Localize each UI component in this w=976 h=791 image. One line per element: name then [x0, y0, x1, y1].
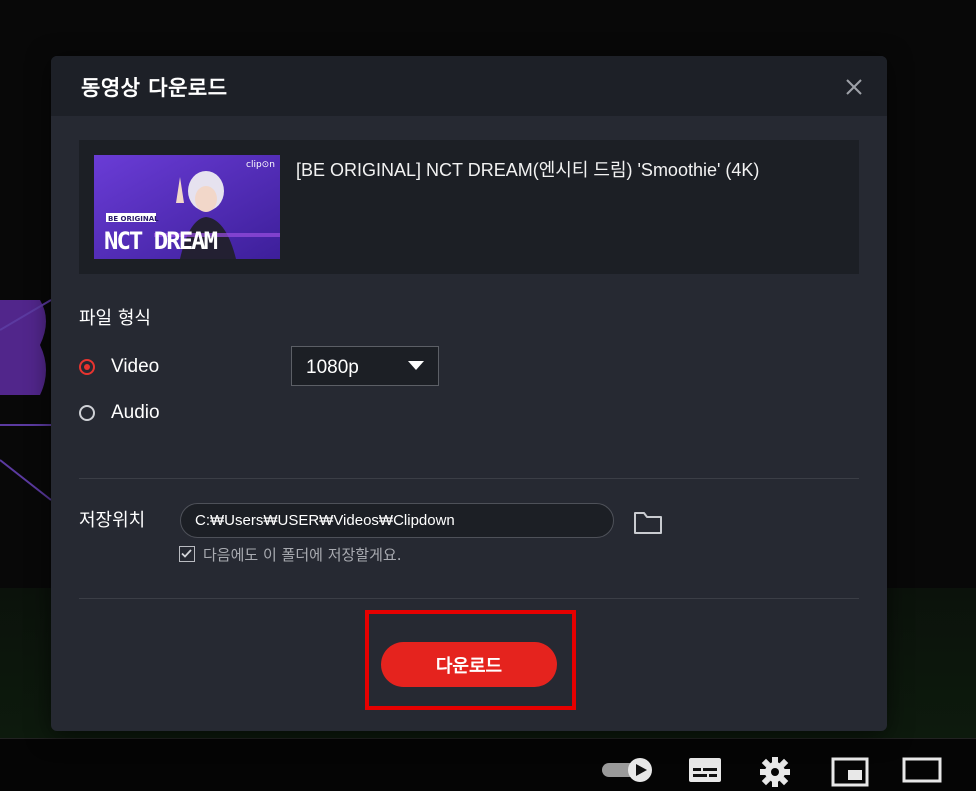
video-title: [BE ORIGINAL] NCT DREAM(엔시티 드림) 'Smoothi… — [296, 160, 760, 180]
video-download-dialog: 동영상 다운로드 clip⊙n BE ORIGINAL NCT DREAM [B… — [51, 56, 887, 731]
save-path-input[interactable] — [180, 503, 614, 538]
miniplayer-icon[interactable] — [831, 757, 869, 787]
autoplay-toggle-icon[interactable] — [602, 757, 656, 783]
video-thumbnail: clip⊙n BE ORIGINAL NCT DREAM — [94, 155, 280, 259]
section-divider-bottom — [79, 598, 859, 599]
thumbnail-big-text: NCT DREAM — [104, 227, 218, 255]
close-icon[interactable] — [843, 76, 865, 98]
player-control-bar — [0, 738, 976, 791]
radio-audio[interactable] — [79, 405, 95, 421]
checkmark-icon — [181, 549, 192, 558]
remember-folder-option[interactable]: 다음에도 이 폴더에 저장할게요. — [179, 543, 401, 565]
thumbnail-brand-text: clip⊙n — [246, 160, 275, 170]
dialog-header: 동영상 다운로드 — [51, 56, 887, 116]
radio-video-label: Video — [111, 356, 160, 377]
theater-mode-icon[interactable] — [902, 757, 942, 785]
thumbnail-small-text: BE ORIGINAL — [108, 215, 159, 223]
quality-select-value: 1080p — [306, 357, 359, 378]
radio-video[interactable] — [79, 359, 95, 375]
save-location-label: 저장위치 — [79, 510, 146, 531]
folder-icon[interactable] — [633, 510, 663, 536]
radio-audio-label: Audio — [111, 402, 160, 423]
section-divider — [79, 478, 859, 479]
file-format-label: 파일 형식 — [79, 308, 151, 329]
subtitles-icon[interactable] — [688, 757, 722, 783]
format-option-audio[interactable]: Audio — [79, 400, 160, 426]
dialog-title: 동영상 다운로드 — [81, 76, 228, 100]
chevron-down-icon — [408, 361, 424, 370]
remember-folder-checkbox[interactable] — [179, 546, 195, 562]
settings-gear-icon[interactable] — [760, 757, 790, 787]
download-button[interactable]: 다운로드 — [381, 642, 557, 687]
format-option-video[interactable]: Video — [79, 354, 159, 380]
quality-select[interactable]: 1080p — [291, 346, 439, 386]
remember-folder-label: 다음에도 이 폴더에 저장할게요. — [203, 545, 402, 564]
video-info-card: clip⊙n BE ORIGINAL NCT DREAM [BE ORIGINA… — [79, 140, 859, 274]
